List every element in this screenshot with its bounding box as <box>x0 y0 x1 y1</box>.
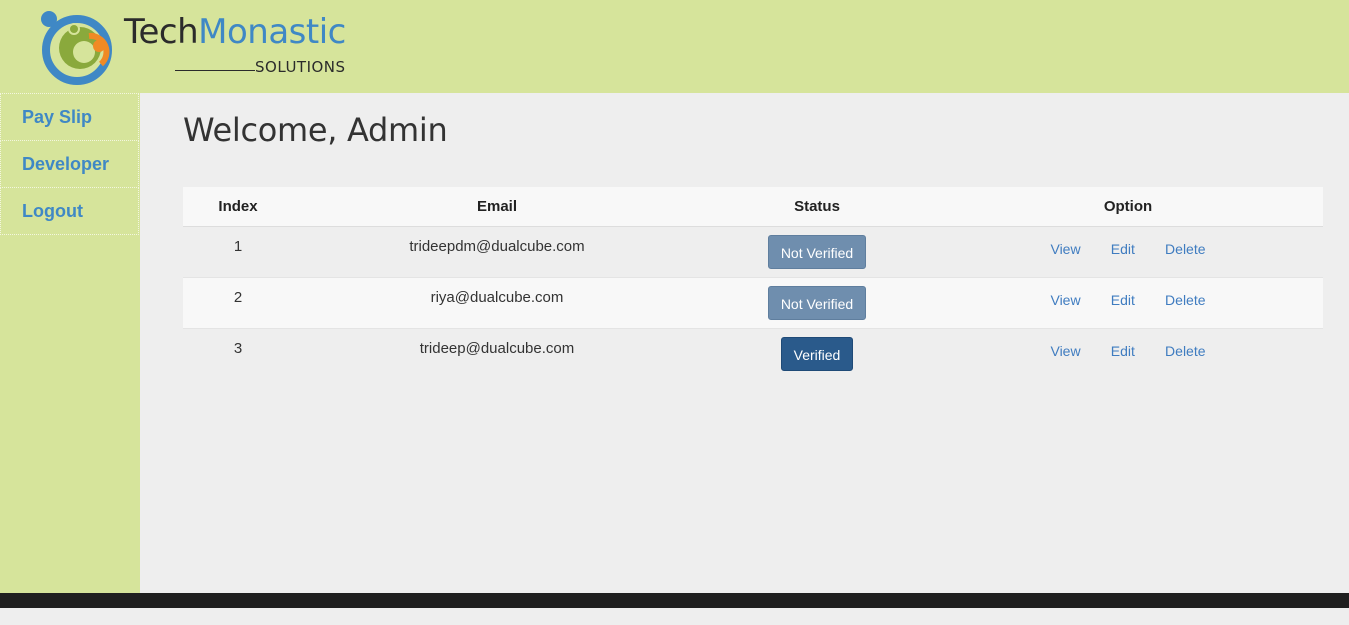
edit-link[interactable]: Edit <box>1111 343 1135 359</box>
sidebar-item-developer[interactable]: Developer <box>0 140 139 188</box>
site-header: TechMonastic SOLUTIONS <box>0 0 1349 93</box>
status-badge[interactable]: Verified <box>780 336 854 371</box>
brand-name: TechMonastic <box>124 12 346 52</box>
company-logo[interactable]: TechMonastic SOLUTIONS <box>36 6 356 86</box>
cell-options: View Edit Delete <box>933 276 1323 328</box>
column-header-option: Option <box>933 187 1323 227</box>
status-badge[interactable]: Not Verified <box>767 285 867 320</box>
brand-subtitle: SOLUTIONS <box>175 57 355 77</box>
delete-link[interactable]: Delete <box>1165 241 1205 257</box>
sidebar: Pay Slip Developer Logout <box>0 93 140 593</box>
brand-subtitle-line <box>175 70 255 71</box>
cell-status: Not Verified <box>701 225 933 277</box>
cell-email: trideep@dualcube.com <box>293 327 701 379</box>
table-row: 3 trideep@dualcube.com Verified View Edi… <box>183 327 1323 379</box>
cell-status: Verified <box>701 327 933 379</box>
cell-index: 3 <box>183 327 293 379</box>
cell-options: View Edit Delete <box>933 327 1323 379</box>
cell-email: trideepdm@dualcube.com <box>293 225 701 277</box>
table-row: 2 riya@dualcube.com Not Verified View Ed… <box>183 276 1323 328</box>
view-link[interactable]: View <box>1050 343 1080 359</box>
cell-options: View Edit Delete <box>933 225 1323 277</box>
column-header-index: Index <box>183 187 293 227</box>
view-link[interactable]: View <box>1050 292 1080 308</box>
main-content: Welcome, Admin Index Email Status Option… <box>140 93 1349 593</box>
sidebar-item-pay-slip[interactable]: Pay Slip <box>0 93 139 141</box>
users-table: Index Email Status Option 1 trideepdm@du… <box>183 187 1323 379</box>
status-badge[interactable]: Not Verified <box>767 234 867 269</box>
edit-link[interactable]: Edit <box>1111 241 1135 257</box>
table-header-row: Index Email Status Option <box>183 187 1323 227</box>
brand-name-part2: Monastic <box>198 12 346 52</box>
view-link[interactable]: View <box>1050 241 1080 257</box>
cell-status: Not Verified <box>701 276 933 328</box>
logo-mark-icon <box>41 11 112 85</box>
table-row: 1 trideepdm@dualcube.com Not Verified Vi… <box>183 225 1323 277</box>
delete-link[interactable]: Delete <box>1165 343 1205 359</box>
column-header-email: Email <box>293 187 701 227</box>
brand-name-part1: Tech <box>124 12 199 52</box>
page-bottom <box>0 608 1349 625</box>
cell-email: riya@dualcube.com <box>293 276 701 328</box>
column-header-status: Status <box>701 187 933 227</box>
edit-link[interactable]: Edit <box>1111 292 1135 308</box>
sidebar-item-logout[interactable]: Logout <box>0 187 139 235</box>
brand-subtitle-text: SOLUTIONS <box>255 58 346 76</box>
page-title: Welcome, Admin <box>183 111 448 149</box>
cell-index: 1 <box>183 225 293 277</box>
footer-bar <box>0 593 1349 608</box>
delete-link[interactable]: Delete <box>1165 292 1205 308</box>
cell-index: 2 <box>183 276 293 328</box>
